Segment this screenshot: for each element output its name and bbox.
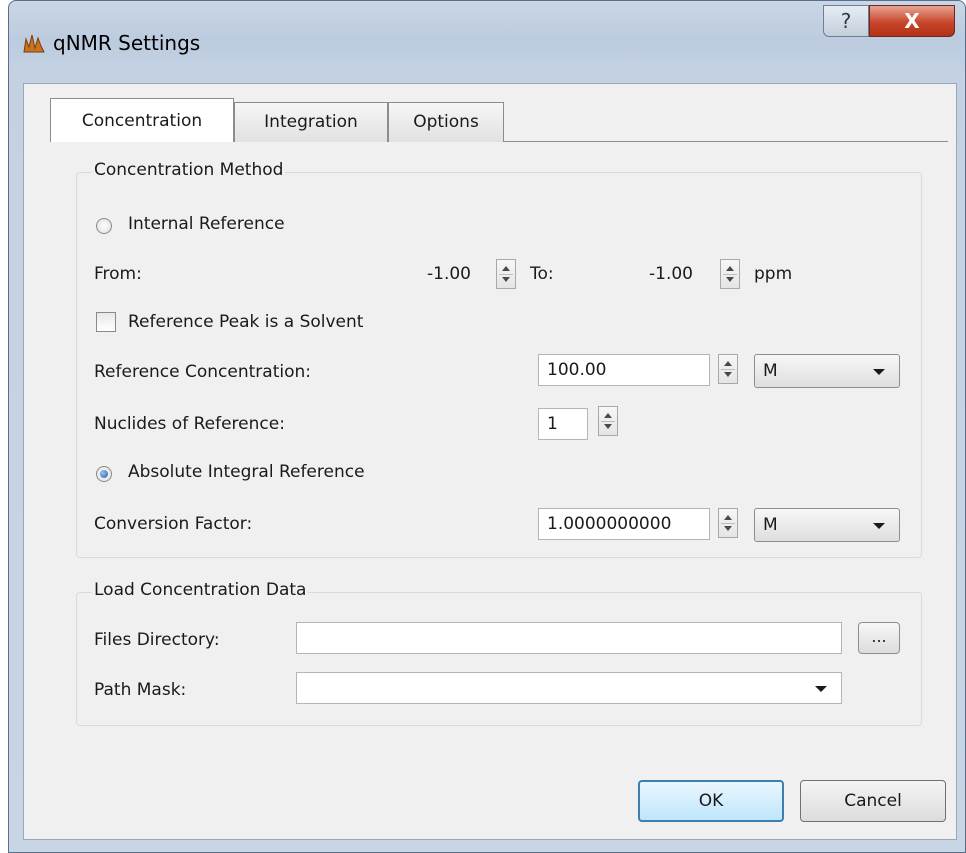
conversion-unit-select[interactable]: M	[754, 508, 900, 542]
from-label: From:	[94, 264, 142, 284]
reference-concentration-spinner[interactable]	[718, 354, 738, 384]
tab-integration[interactable]: Integration	[234, 102, 388, 142]
conversion-unit-value: M	[763, 515, 778, 535]
cancel-button[interactable]: Cancel	[800, 780, 946, 822]
load-data-group	[76, 592, 922, 726]
conversion-factor-input[interactable]: 1.0000000000	[538, 508, 710, 540]
browse-button[interactable]: ...	[858, 622, 900, 654]
reference-concentration-input[interactable]: 100.00	[538, 354, 710, 386]
solvent-checkbox[interactable]	[96, 312, 116, 332]
path-mask-combo[interactable]	[296, 672, 842, 704]
chevron-down-icon	[873, 523, 885, 529]
ok-button[interactable]: OK	[638, 780, 784, 822]
qnmr-settings-window: qNMR Settings ? X Concentration Integrat…	[8, 0, 966, 853]
app-icon	[23, 34, 45, 53]
nuclides-input[interactable]: 1	[538, 408, 588, 440]
files-directory-input[interactable]	[296, 622, 842, 654]
close-button[interactable]: X	[869, 5, 955, 37]
conversion-factor-spinner[interactable]	[718, 508, 738, 538]
tab-options[interactable]: Options	[388, 102, 504, 142]
to-label: To:	[530, 264, 554, 284]
solvent-checkbox-label: Reference Peak is a Solvent	[128, 312, 364, 332]
reference-concentration-unit-value: M	[763, 361, 778, 381]
ppm-unit-label: ppm	[754, 264, 793, 284]
title-bar[interactable]: qNMR Settings ? X	[9, 1, 965, 83]
tab-concentration[interactable]: Concentration	[50, 98, 234, 142]
concentration-method-title: Concentration Method	[92, 160, 286, 180]
nuclides-spinner[interactable]	[598, 406, 618, 436]
chevron-down-icon	[815, 686, 827, 692]
absolute-integral-label: Absolute Integral Reference	[128, 462, 365, 482]
from-spinner[interactable]	[496, 259, 516, 289]
to-input[interactable]: -1.00	[640, 258, 712, 290]
dialog-body: Concentration Integration Options Concen…	[23, 83, 957, 840]
nuclides-label: Nuclides of Reference:	[94, 414, 285, 434]
absolute-integral-radio[interactable]	[96, 466, 112, 482]
internal-reference-radio[interactable]	[96, 218, 112, 234]
help-button[interactable]: ?	[823, 5, 869, 37]
from-input[interactable]: -1.00	[418, 258, 490, 290]
internal-reference-label: Internal Reference	[128, 214, 285, 234]
conversion-factor-label: Conversion Factor:	[94, 514, 253, 534]
window-title: qNMR Settings	[53, 31, 201, 55]
reference-concentration-label: Reference Concentration:	[94, 362, 311, 382]
reference-concentration-unit-select[interactable]: M	[754, 354, 900, 388]
to-spinner[interactable]	[720, 259, 740, 289]
path-mask-label: Path Mask:	[94, 680, 187, 700]
files-directory-label: Files Directory:	[94, 630, 220, 650]
load-data-title: Load Concentration Data	[92, 580, 309, 600]
chevron-down-icon	[873, 369, 885, 375]
